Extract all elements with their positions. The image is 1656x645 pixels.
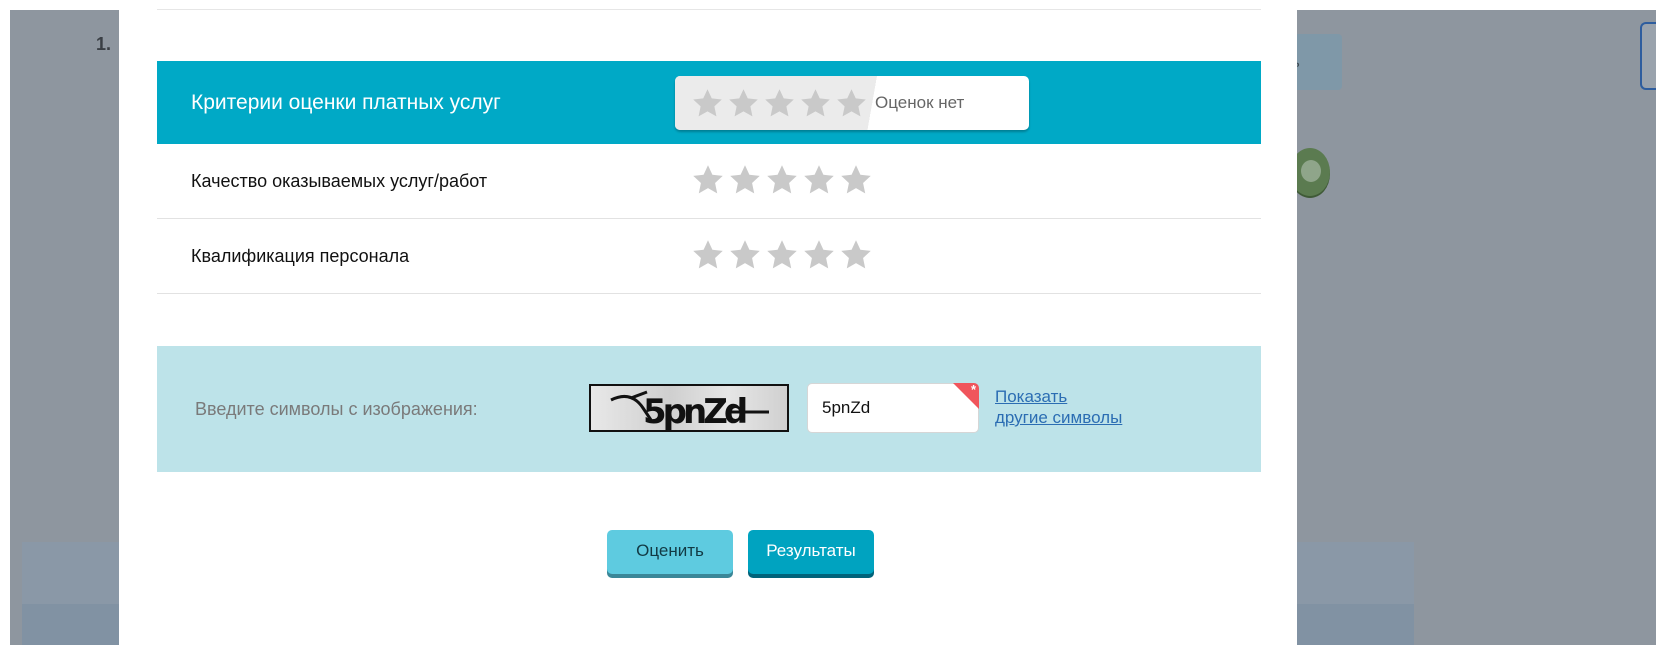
- summary-rating-text: Оценок нет: [875, 93, 965, 112]
- star-icon[interactable]: [802, 163, 836, 197]
- criteria-row-label: Квалификация персонала: [191, 246, 410, 266]
- star-icon: [693, 89, 722, 117]
- divider: [157, 9, 1261, 10]
- captcha-panel: Введите символы с изображения: 5pnZd * П…: [157, 346, 1261, 472]
- summary-stars: [691, 87, 868, 120]
- star-icon[interactable]: [802, 238, 836, 272]
- criteria-row-label: Качество оказываемых услуг/работ: [191, 171, 488, 191]
- show-other-symbols-line1: Показать: [995, 387, 1068, 406]
- star-icon[interactable]: [839, 238, 873, 272]
- results-button[interactable]: Результаты: [748, 530, 874, 574]
- criteria-title: Критерии оценки платных услуг: [191, 91, 501, 114]
- star-icon[interactable]: [765, 238, 799, 272]
- star-icon[interactable]: [765, 163, 799, 197]
- criteria-row-quality: Качество оказываемых услуг/работ: [157, 144, 1261, 219]
- star-rating-quality[interactable]: [691, 163, 873, 197]
- rating-modal: Критерии оценки платных услуг Оценок нет…: [119, 0, 1297, 645]
- summary-rating-box: Оценок нет: [675, 76, 1029, 130]
- star-icon[interactable]: [728, 163, 762, 197]
- rate-button[interactable]: Оценить: [607, 530, 733, 574]
- star-rating-qualification[interactable]: [691, 238, 873, 272]
- captcha-image-text: 5pnZd: [643, 392, 746, 430]
- star-icon[interactable]: [839, 163, 873, 197]
- star-icon: [765, 89, 794, 117]
- star-icon: [729, 89, 758, 117]
- criteria-row-qualification: Квалификация персонала: [157, 219, 1261, 294]
- side-widget: [1640, 22, 1656, 90]
- captcha-label: Введите символы с изображения:: [195, 399, 478, 419]
- captcha-image-graphic: 5pnZd: [610, 390, 769, 430]
- star-icon[interactable]: [691, 238, 725, 272]
- show-other-symbols-line2: другие символы: [995, 408, 1123, 427]
- show-other-symbols-link[interactable]: Показать другие символы: [995, 386, 1165, 428]
- star-icon: [837, 89, 866, 117]
- captcha-image: 5pnZd: [589, 384, 789, 432]
- captcha-input[interactable]: [807, 383, 979, 433]
- star-icon[interactable]: [691, 163, 725, 197]
- star-icon[interactable]: [728, 238, 762, 272]
- criteria-header: Критерии оценки платных услуг Оценок нет: [157, 61, 1261, 144]
- background-list-number: 1.: [96, 34, 112, 54]
- star-icon: [801, 89, 830, 117]
